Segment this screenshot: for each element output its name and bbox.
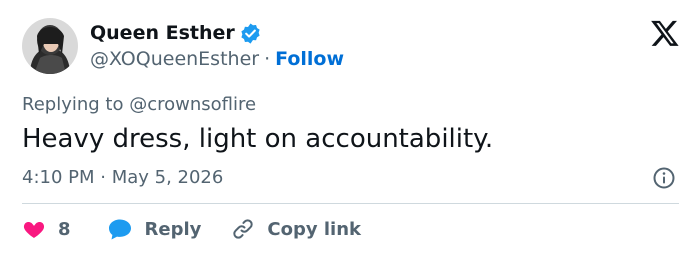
author-names: Queen Esther @XOQueenEsther · Follow (90, 21, 344, 71)
reply-context: Replying to @crownsoflire (22, 93, 256, 117)
display-name[interactable]: Queen Esther (90, 21, 235, 45)
x-logo-icon[interactable] (650, 18, 680, 48)
speech-bubble-icon (107, 217, 133, 241)
reply-mention[interactable]: @crownsoflire (129, 94, 256, 115)
tweet-card: Queen Esther @XOQueenEsther · Follow Rep… (0, 0, 700, 256)
handle-row: @XOQueenEsther · Follow (90, 47, 344, 71)
reply-label: Reply (144, 218, 202, 240)
follow-button[interactable]: Follow (275, 47, 344, 71)
separator-dot: · (264, 48, 271, 70)
verified-badge-icon (239, 22, 262, 45)
avatar[interactable] (22, 18, 78, 74)
tweet-text: Heavy dress, light on accountability. (22, 124, 494, 154)
copy-link-button[interactable]: Copy link (231, 217, 361, 241)
copy-link-label: Copy link (267, 218, 361, 240)
divider (22, 203, 679, 204)
reply-prefix: Replying to (22, 94, 130, 115)
like-button[interactable]: 8 (22, 217, 71, 241)
info-icon[interactable] (652, 166, 676, 190)
like-count: 8 (58, 218, 71, 240)
handle[interactable]: @XOQueenEsther (90, 47, 259, 71)
tweet-timestamp[interactable]: 4:10 PM · May 5, 2026 (22, 166, 223, 190)
reply-button[interactable]: Reply (107, 217, 202, 241)
tweet-header: Queen Esther @XOQueenEsther · Follow (22, 15, 344, 77)
heart-icon (22, 217, 46, 241)
link-icon (231, 217, 255, 241)
action-bar: 8 Reply Copy link (22, 214, 361, 244)
display-name-row: Queen Esther (90, 21, 344, 45)
